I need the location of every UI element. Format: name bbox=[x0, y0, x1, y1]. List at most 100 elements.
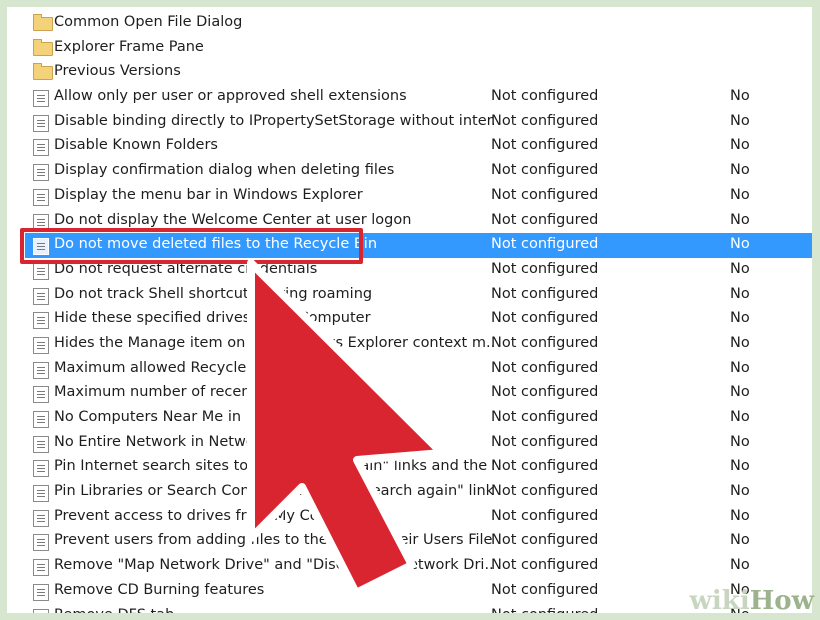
policy-row[interactable]: Hide these specified drives in My Comput… bbox=[25, 307, 812, 332]
folder-icon bbox=[33, 63, 53, 81]
policy-row[interactable]: Allow only per user or approved shell ex… bbox=[25, 85, 812, 110]
wikihow-watermark: wikiHow bbox=[689, 586, 814, 616]
policy-settings-pane: Common Open File Dialog Explorer Frame Pa… bbox=[0, 0, 820, 620]
policy-state: Not configured bbox=[491, 285, 599, 302]
policy-setting-icon bbox=[33, 188, 49, 206]
policy-row[interactable]: Maximum allowed Recycle Bin size Not conf… bbox=[25, 357, 812, 382]
policy-comment: No bbox=[730, 557, 750, 574]
policy-row[interactable]: Do not track Shell shortcuts during roam… bbox=[25, 283, 812, 308]
policy-state: Not configured bbox=[491, 112, 599, 129]
policy-setting-icon bbox=[33, 460, 49, 478]
policy-setting-icon bbox=[33, 114, 49, 132]
policy-row[interactable]: Prevent users from adding files to the r… bbox=[25, 529, 812, 554]
policy-setting-icon bbox=[33, 336, 49, 354]
policy-setting-icon bbox=[33, 485, 49, 503]
policy-comment: No bbox=[730, 507, 750, 524]
policy-name: Hides the Manage item on the Windows Exp… bbox=[54, 334, 494, 351]
policy-state: Not configured bbox=[491, 334, 599, 351]
policy-comment: No bbox=[730, 285, 750, 302]
policy-comment: No bbox=[730, 112, 750, 129]
policy-comment: No bbox=[730, 137, 750, 154]
policy-row[interactable]: Prevent access to drives from My Compute… bbox=[25, 505, 812, 530]
policy-setting-icon bbox=[33, 139, 49, 157]
policy-comment: No bbox=[730, 359, 750, 376]
policy-comment: No bbox=[730, 532, 750, 549]
policy-setting-icon bbox=[33, 608, 49, 613]
policy-name: Display the menu bar in Windows Explorer bbox=[54, 186, 363, 203]
policy-row[interactable]: Pin Internet search sites to the "Search… bbox=[25, 455, 812, 480]
policy-name: No Computers Near Me in Network Location… bbox=[54, 409, 380, 425]
policy-state: Not configured bbox=[491, 483, 599, 500]
policy-setting-icon bbox=[33, 534, 49, 552]
policy-name: Maximum allowed Recycle Bin size bbox=[54, 359, 307, 376]
folder-name: Previous Versions bbox=[54, 63, 181, 80]
policy-row[interactable]: Disable Known Folders Not configured No bbox=[25, 134, 812, 159]
policy-name: Remove CD Burning features bbox=[54, 581, 265, 598]
policy-row[interactable]: Remove "Map Network Drive" and "Disconne… bbox=[25, 554, 812, 579]
policy-setting-icon bbox=[33, 583, 49, 601]
highlight-box bbox=[20, 228, 363, 264]
policy-state: Not configured bbox=[491, 359, 599, 376]
policy-row[interactable]: Pin Libraries or Search Connectors to th… bbox=[25, 480, 812, 505]
policy-setting-icon bbox=[33, 164, 49, 182]
policy-name: Prevent users from adding files to the r… bbox=[54, 532, 494, 549]
policy-comment: No bbox=[730, 334, 750, 351]
policy-state: Not configured bbox=[491, 236, 599, 253]
policy-name: Prevent access to drives from My Compute… bbox=[54, 507, 372, 524]
policy-row[interactable]: Maximum number of recent documents Not co… bbox=[25, 381, 812, 406]
policy-settings-list: Common Open File Dialog Explorer Frame Pa… bbox=[25, 11, 812, 620]
policy-comment: No bbox=[730, 433, 750, 450]
policy-state: Not configured bbox=[491, 137, 599, 154]
policy-name: Do not track Shell shortcuts during roam… bbox=[54, 285, 373, 302]
policy-setting-icon bbox=[33, 509, 49, 527]
policy-comment: No bbox=[730, 236, 750, 253]
policy-setting-icon bbox=[33, 411, 49, 428]
policy-row[interactable]: Display the menu bar in Windows Explorer… bbox=[25, 184, 812, 209]
policy-row[interactable]: Display confirmation dialog when deletin… bbox=[25, 159, 812, 184]
folder-icon bbox=[33, 38, 53, 56]
policy-state: Not configured bbox=[491, 458, 599, 475]
policy-name: Pin Libraries or Search Connectors to th… bbox=[54, 483, 494, 500]
folder-row[interactable]: Common Open File Dialog bbox=[25, 11, 812, 36]
policy-state: Not configured bbox=[491, 532, 599, 549]
policy-setting-icon bbox=[33, 361, 49, 379]
policy-state: Not configured bbox=[491, 409, 599, 425]
policy-state: Not configured bbox=[491, 507, 599, 524]
policy-row[interactable]: No Computers Near Me in Network Location… bbox=[25, 406, 812, 431]
policy-row[interactable]: Disable binding directly to IPropertySet… bbox=[25, 110, 812, 135]
policy-name: Display confirmation dialog when deletin… bbox=[54, 162, 395, 179]
policy-state: Not configured bbox=[491, 162, 599, 179]
policy-state: Not configured bbox=[491, 606, 599, 620]
policy-name: Maximum number of recent documents bbox=[54, 384, 342, 401]
policy-name: Disable binding directly to IPropertySet… bbox=[54, 112, 494, 129]
folder-row[interactable]: Explorer Frame Pane bbox=[25, 36, 812, 61]
policy-state: Not configured bbox=[491, 260, 599, 277]
folder-icon bbox=[33, 14, 53, 31]
policy-comment: No bbox=[730, 162, 750, 179]
policy-state: Not configured bbox=[491, 211, 599, 228]
policy-name: Disable Known Folders bbox=[54, 137, 218, 154]
policy-comment: No bbox=[730, 211, 750, 228]
policy-row[interactable]: Hides the Manage item on the Windows Exp… bbox=[25, 332, 812, 357]
policy-comment: No bbox=[730, 384, 750, 401]
policy-state: Not configured bbox=[491, 310, 599, 327]
policy-state: Not configured bbox=[491, 186, 599, 203]
policy-comment: No bbox=[730, 260, 750, 277]
policy-setting-icon bbox=[33, 262, 49, 280]
policy-setting-icon bbox=[33, 386, 49, 404]
policy-row[interactable]: No Entire Network in Network Locations No… bbox=[25, 431, 812, 456]
policy-name: Do not display the Welcome Center at use… bbox=[54, 211, 412, 228]
policy-name: Hide these specified drives in My Comput… bbox=[54, 310, 371, 327]
policy-setting-icon bbox=[33, 287, 49, 305]
policy-state: Not configured bbox=[491, 581, 599, 598]
policy-comment: No bbox=[730, 186, 750, 203]
policy-comment: No bbox=[730, 88, 750, 105]
policy-name: No Entire Network in Network Locations bbox=[54, 433, 343, 450]
policy-state: Not configured bbox=[491, 384, 599, 401]
policy-name: Allow only per user or approved shell ex… bbox=[54, 88, 407, 105]
policy-comment: No bbox=[730, 409, 750, 425]
folder-name: Explorer Frame Pane bbox=[54, 38, 204, 55]
policy-setting-icon bbox=[33, 312, 49, 330]
folder-row[interactable]: Previous Versions bbox=[25, 60, 812, 85]
policy-comment: No bbox=[730, 483, 750, 500]
